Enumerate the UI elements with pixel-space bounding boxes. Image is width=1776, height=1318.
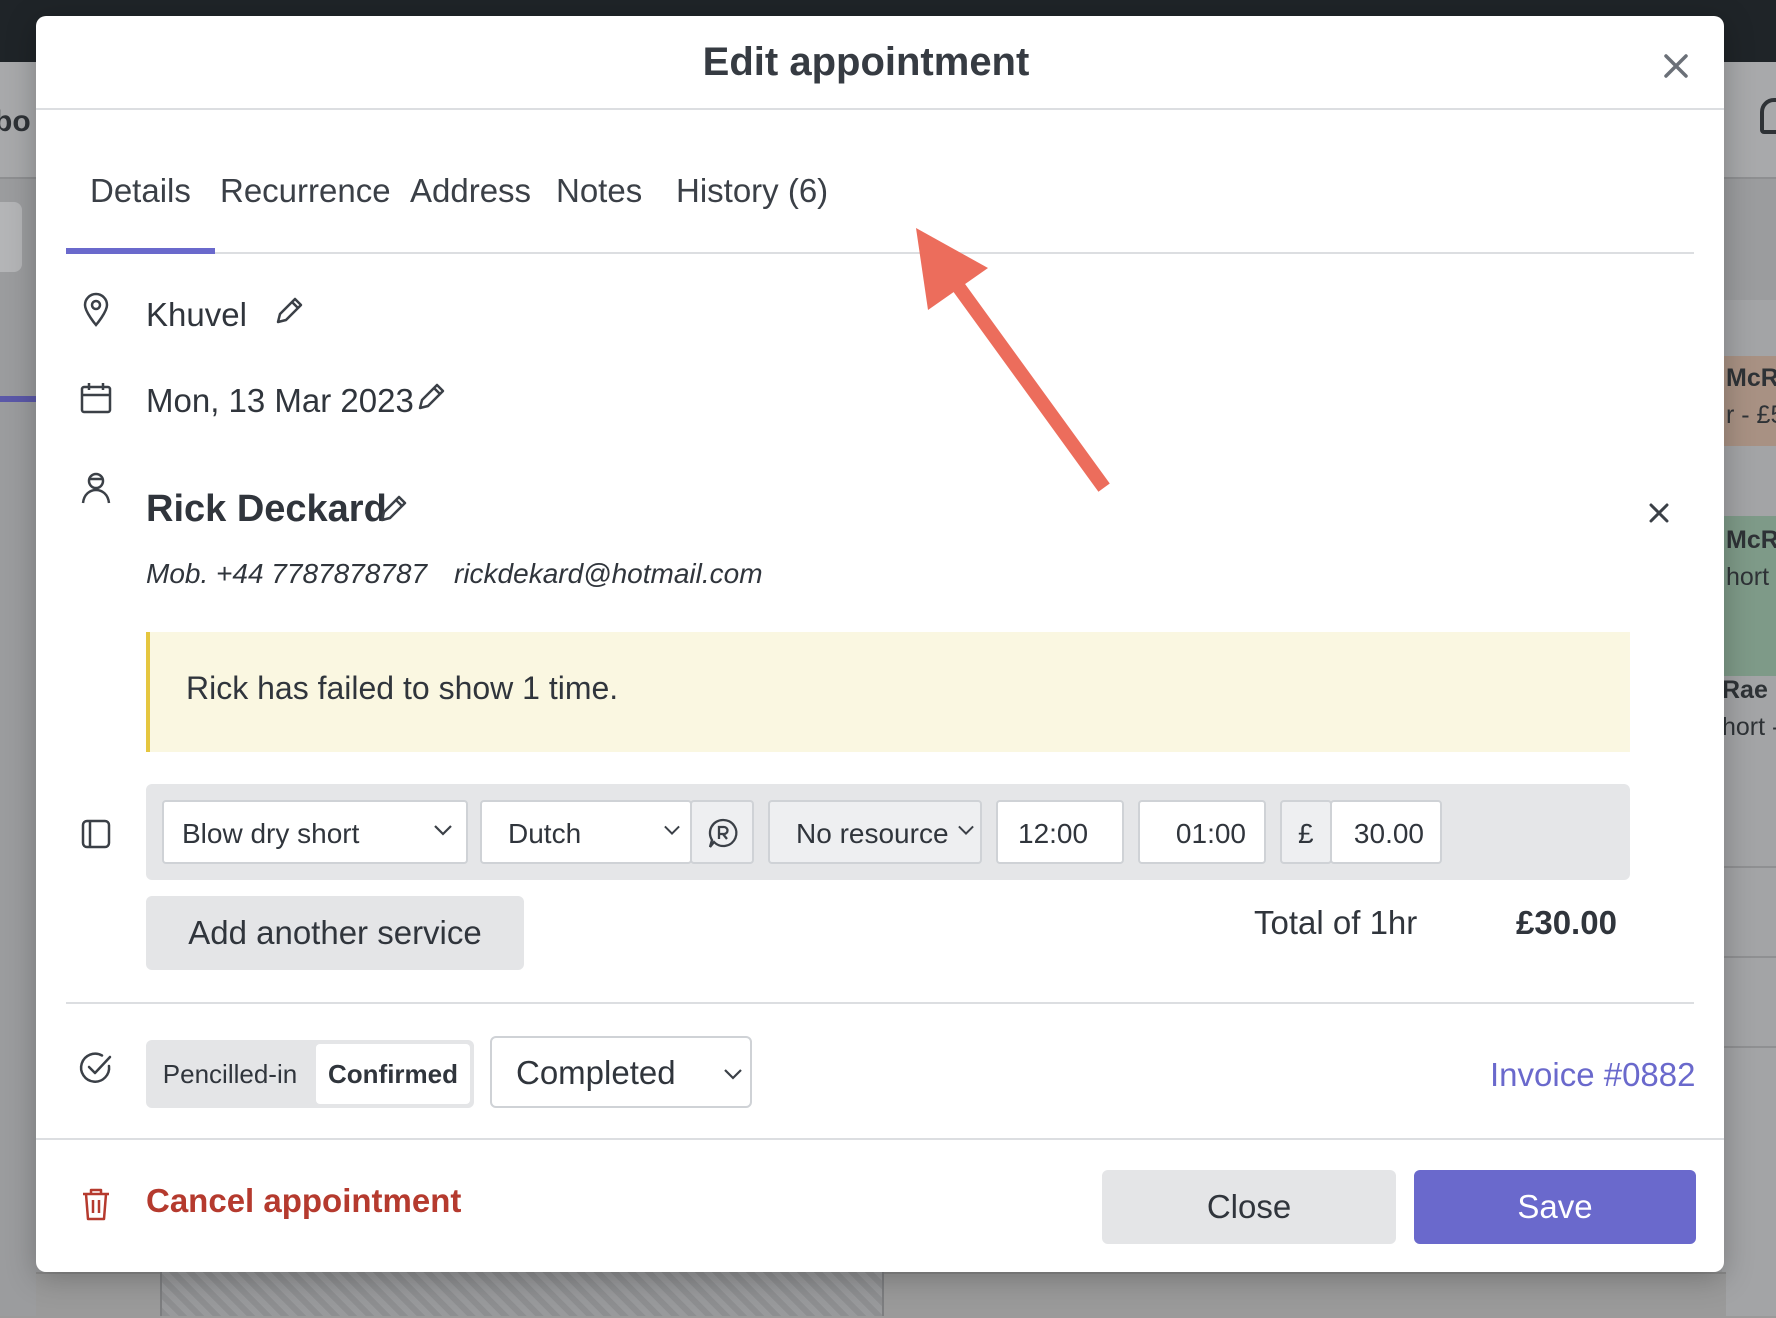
section-divider xyxy=(66,1002,1694,1004)
confirmed-option[interactable]: Confirmed xyxy=(316,1044,470,1104)
close-button[interactable]: Close xyxy=(1102,1170,1396,1244)
no-show-alert-text: Rick has failed to show 1 time. xyxy=(186,670,619,706)
duration-value: 01:00 xyxy=(1175,818,1246,849)
tab-history[interactable]: History (6) xyxy=(652,166,852,250)
currency-symbol: £ xyxy=(1298,818,1314,849)
tab-notes[interactable]: Notes xyxy=(532,166,666,250)
tab-details[interactable]: Details xyxy=(66,166,215,254)
requested-staff-icon xyxy=(708,818,738,848)
price-input[interactable]: 30.00 xyxy=(1330,800,1442,864)
background-card-name: McR xyxy=(1726,364,1776,392)
background-grid-line xyxy=(1722,866,1776,868)
tab-address[interactable]: Address xyxy=(386,166,555,250)
pencilled-in-option[interactable]: Pencilled-in xyxy=(150,1044,310,1104)
booking-status-toggle: Pencilled-in Confirmed xyxy=(146,1040,474,1108)
trash-icon[interactable] xyxy=(78,1186,114,1222)
footer-divider xyxy=(36,1138,1724,1140)
calendar-icon xyxy=(80,383,112,414)
remove-client-close-icon[interactable] xyxy=(1642,496,1676,530)
date-value: Mon, 13 Mar 2023 xyxy=(146,382,414,419)
edit-date-pencil-icon[interactable] xyxy=(414,380,448,414)
edit-location-pencil-icon[interactable] xyxy=(272,294,306,328)
chevron-down-icon xyxy=(434,825,452,836)
modal-header: Edit appointment xyxy=(36,16,1724,110)
edit-client-pencil-icon[interactable] xyxy=(376,492,410,526)
total-duration-label: Total of 1hr xyxy=(1254,904,1418,941)
currency-addon: £ xyxy=(1280,800,1332,864)
add-another-service-button[interactable]: Add another service xyxy=(146,896,524,970)
service-row: Blow dry short Dutch No resource 12:00 0… xyxy=(146,784,1630,880)
background-appointment-card: McR hort - xyxy=(1722,516,1776,676)
tab-recurrence[interactable]: Recurrence xyxy=(196,166,415,250)
modal-title: Edit appointment xyxy=(702,40,1030,84)
client-name[interactable]: Rick Deckard xyxy=(146,488,387,531)
background-appointment-card: Rae hort - xyxy=(1722,676,1776,836)
background-card-sub: hort - xyxy=(1722,713,1776,741)
staff-request-button[interactable] xyxy=(690,800,754,864)
no-show-alert: Rick has failed to show 1 time. xyxy=(146,632,1630,752)
service-select[interactable]: Blow dry short xyxy=(162,800,468,864)
tab-bar: Details Recurrence Address Notes History… xyxy=(66,166,1694,254)
bell-icon xyxy=(1760,98,1776,134)
background-page-title: bo xyxy=(0,105,31,138)
background-card-sub: hort - xyxy=(1726,563,1776,591)
background-card-sub: r - £5 xyxy=(1726,401,1776,429)
total-price: £30.00 xyxy=(1516,904,1617,941)
close-icon[interactable] xyxy=(1656,46,1696,86)
resource-select[interactable]: No resource xyxy=(768,800,982,864)
edit-appointment-modal: Edit appointment Details Recurrence Addr… xyxy=(36,16,1724,1272)
location-pin-icon xyxy=(83,292,109,327)
background-card-name: McR xyxy=(1726,526,1776,554)
invoice-link[interactable]: Invoice #0882 xyxy=(1490,1056,1696,1094)
background-blocked-slot xyxy=(160,1272,884,1316)
start-time-input[interactable]: 12:00 xyxy=(996,800,1124,864)
staff-select[interactable]: Dutch xyxy=(480,800,692,864)
service-select-value: Blow dry short xyxy=(182,818,360,849)
appointment-outcome-select[interactable]: Completed xyxy=(490,1036,752,1108)
client-mobile: Mob. +44 7787878787 xyxy=(146,558,428,589)
background-appointment-card: McR r - £5 xyxy=(1722,356,1776,446)
background-grid-line xyxy=(1722,1046,1776,1048)
staff-select-value: Dutch xyxy=(508,818,582,849)
background-grid-line xyxy=(1722,956,1776,958)
service-icon xyxy=(81,819,111,849)
cancel-appointment-link[interactable]: Cancel appointment xyxy=(146,1182,461,1220)
background-active-indicator xyxy=(0,396,36,402)
location-value: Khuvel xyxy=(146,296,247,333)
chevron-down-icon xyxy=(958,825,974,835)
chevron-down-icon xyxy=(724,1069,742,1080)
duration-input[interactable]: 01:00 xyxy=(1138,800,1266,864)
price-value: 30.00 xyxy=(1353,818,1424,849)
save-button[interactable]: Save xyxy=(1414,1170,1696,1244)
client-person-icon xyxy=(81,472,111,504)
outcome-select-value: Completed xyxy=(516,1054,676,1091)
resource-select-value: No resource xyxy=(796,818,949,849)
start-time-value: 12:00 xyxy=(1018,818,1089,849)
background-tab xyxy=(0,202,22,272)
check-circle-icon xyxy=(79,1052,112,1083)
background-card-name: Rae xyxy=(1722,676,1768,704)
client-email[interactable]: rickdekard@hotmail.com xyxy=(454,558,763,590)
chevron-down-icon xyxy=(664,825,680,835)
